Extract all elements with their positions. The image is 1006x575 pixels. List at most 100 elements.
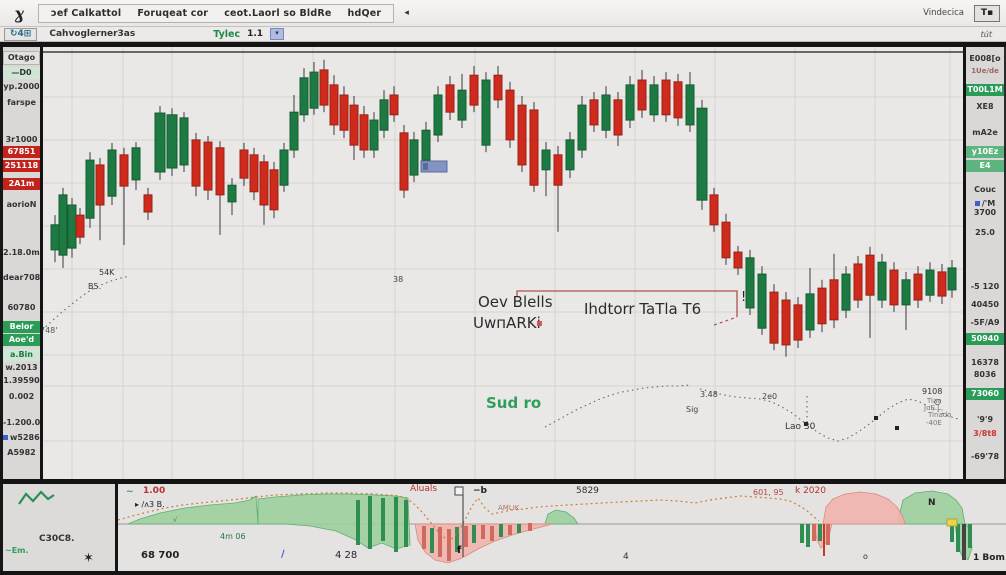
menu-item-3[interactable]: hdQer [348, 8, 382, 19]
axis-label: T00L1M [966, 84, 1004, 96]
candle [493, 65, 503, 109]
candle [817, 279, 827, 333]
oscillator-bar [356, 500, 360, 545]
oscillator-label: 5829 [576, 486, 599, 496]
candle [696, 99, 708, 210]
oscillator-bar [962, 524, 966, 560]
chart-pane[interactable]: 748' B5. 54K 38 Oev Blells UwпARKi▪ Ihdtorr Ta… [43, 47, 963, 479]
axis-label: w528618 [3, 432, 40, 444]
candle [853, 256, 863, 308]
candle [457, 73, 467, 128]
candle [947, 260, 957, 298]
oscillator-label: 4m 06 [220, 532, 246, 541]
candle [877, 253, 887, 308]
candle [179, 112, 189, 172]
menu-item-1[interactable]: Foruqeat cor [137, 8, 208, 19]
axis-label: 3/8t8 [973, 429, 997, 438]
candle [269, 161, 279, 219]
candle [50, 215, 60, 263]
oscillator-label: ~ [126, 487, 134, 497]
oscillator-red-area [822, 491, 906, 525]
axis-label: -1.200.00 [3, 418, 40, 427]
oscillator-bar [438, 527, 442, 557]
type-dropdown-button[interactable]: ▾ [270, 28, 285, 40]
axis-label: —D0 [3, 67, 40, 79]
text-tool-button[interactable]: T▪ [974, 4, 1000, 22]
axis-label: E008[o [969, 54, 1001, 63]
indicator-info-panel: C30C8. ✶ ~Em. [0, 484, 115, 571]
oscillator-bar [490, 526, 494, 541]
candle [481, 72, 491, 153]
candle [565, 131, 575, 179]
oscillator-label: 4 [623, 552, 629, 562]
oscillator-pane[interactable]: ~1.00 ▸ /ʌ3 B. 4m 06 68 700 ∕ 4 28 Aluals −b AML… [118, 484, 1006, 571]
candle [721, 213, 731, 265]
candle [673, 73, 683, 126]
candle [85, 152, 95, 228]
oscillator-bar [806, 524, 810, 547]
oscillator-label: 1 Bom [973, 553, 1005, 563]
type-label: Tylec [213, 28, 241, 40]
oscillator-bar [368, 496, 372, 549]
axis-label: 67851 [3, 146, 40, 158]
oscillator-label: 1.00 [143, 486, 166, 496]
axis-label: -69'78 [970, 452, 1000, 461]
menu-bar-items: ɔef Calkattol Foruqeat cor ceot.Laorl so B… [38, 3, 395, 23]
oscillator-bar [826, 524, 830, 545]
oscillator-label: √ [173, 516, 178, 524]
indicator-watermark: ~Em. [5, 546, 29, 555]
menu-collapse-icon[interactable]: ◂ [404, 8, 409, 18]
axis-label: 1.39590 [3, 376, 40, 385]
candle [203, 135, 213, 201]
axis-label: Couc [974, 185, 996, 194]
grid [43, 47, 963, 479]
chart-annotation: ▪ [536, 318, 543, 329]
right-price-axis[interactable]: E008[o 1Ue/de T00L1M XE8 mA2e y10Ez E4 Couc/'M 3… [966, 47, 1006, 479]
oscillator-label: 601, 95 [753, 488, 784, 497]
candle [349, 95, 359, 161]
candle [769, 284, 779, 351]
chart-annotation: 2e0 [762, 392, 778, 401]
candle [637, 69, 647, 118]
candle [339, 86, 349, 139]
candle [319, 59, 329, 113]
chart-annotation: 3.48 [700, 390, 718, 399]
chart-annotation: -40E [926, 419, 942, 427]
menu-item-2[interactable]: ceot.Laorl so BldRe [224, 8, 331, 19]
chart-annotation: 38 [393, 275, 404, 284]
candle [445, 76, 455, 121]
candle [329, 75, 339, 136]
menu-item-0[interactable]: ɔef Calkattol [51, 8, 121, 19]
candle [517, 95, 527, 172]
nav-button[interactable]: ↻4⊞ [4, 27, 38, 41]
candle [841, 266, 851, 319]
axis-label: 8036 [973, 370, 997, 379]
oscillator-green-area [257, 493, 411, 550]
left-price-axis[interactable]: Otago —D0 yp.2000 farspe 3r1000 67851 251118 2A… [0, 47, 40, 479]
oscillator-label: ▸ /ʌ3 B. [135, 500, 165, 509]
toolbar-second-row: ↻4⊞ Cahvoglerner3as Tylec 1.1 ▾ tút [0, 27, 1006, 42]
axis-label: A5982 [7, 448, 36, 457]
oscillator-cursor-box [454, 486, 464, 496]
axis-label: yp.2000 [3, 82, 40, 91]
axis-label: '9'9 [976, 415, 994, 424]
axis-label: 16378 [971, 358, 999, 367]
candle [649, 76, 659, 122]
candle [239, 142, 249, 187]
axis-label: farspe [7, 98, 36, 107]
candle [95, 157, 105, 241]
axis-label: E4 [966, 160, 1004, 172]
candle [793, 296, 803, 348]
axis-label: 1Ue/de [971, 67, 999, 75]
candle [613, 91, 623, 147]
candle [191, 132, 201, 197]
chart-annotation: 9108 [922, 387, 943, 396]
oscillator-label: o [863, 552, 868, 561]
candle [601, 86, 611, 139]
candle [107, 142, 117, 205]
favorite-star-icon[interactable]: ✶ [83, 550, 94, 566]
oscillator-bar [447, 529, 451, 561]
candle [625, 76, 635, 128]
chart-annotation: Lao 30 [785, 422, 816, 432]
candle [215, 141, 225, 235]
